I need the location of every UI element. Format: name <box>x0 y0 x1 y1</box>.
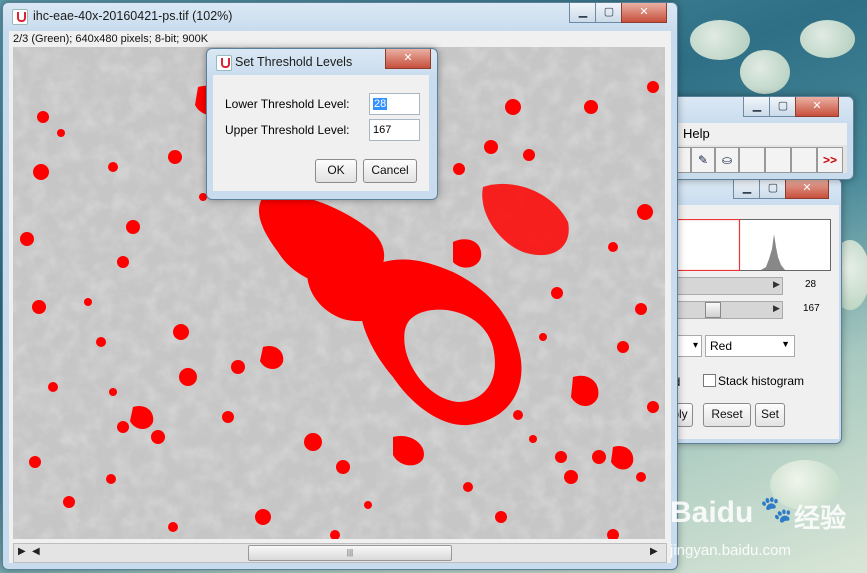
reset-button[interactable]: Reset <box>703 403 751 427</box>
menu-bar: Help <box>667 123 847 145</box>
minimize-icon[interactable]: ▁ <box>733 179 761 199</box>
maximize-icon[interactable]: ▢ <box>595 3 623 23</box>
set-threshold-dialog: Set Threshold Levels ✕ Lower Threshold L… <box>206 48 438 200</box>
lower-threshold-value: 28 <box>805 279 817 290</box>
wallpaper-flower <box>740 50 790 94</box>
threshold-body: ▶ 28 ▶ 167 ▾ Red ▼ nd Stack histogram pl… <box>667 205 839 439</box>
ok-button[interactable]: OK <box>315 159 357 183</box>
upper-threshold-input[interactable]: 167 <box>369 119 420 141</box>
menu-help[interactable]: Help <box>683 126 710 141</box>
color-select[interactable]: Red ▼ <box>705 335 795 357</box>
wallpaper-flower <box>800 20 855 58</box>
watermark-brand-cn: 经验 <box>794 504 847 534</box>
scroll-left-icon[interactable]: ◀ <box>32 546 40 557</box>
chevron-down-icon: ▼ <box>781 339 790 349</box>
scroll-thumb[interactable]: ||| <box>248 545 452 561</box>
window-title: ihc-eae-40x-20160421-ps.tif (102%) <box>33 9 233 23</box>
brush-icon[interactable]: ✎ <box>691 147 715 173</box>
slider-right-arrow-icon[interactable]: ▶ <box>773 279 781 291</box>
scroll-right-icon[interactable]: ▶ <box>650 546 658 557</box>
slider-thumb[interactable] <box>705 302 721 318</box>
lower-threshold-slider[interactable] <box>671 277 783 295</box>
set-button[interactable]: Set <box>755 403 785 427</box>
imagej-toolbar-window: ▁ ▢ ✕ Help ✎ ⛀ >> <box>662 96 854 180</box>
upper-threshold-label: Upper Threshold Level: <box>225 123 350 137</box>
maximize-icon[interactable]: ▢ <box>769 97 797 117</box>
play-icon[interactable]: ▶ <box>18 546 26 557</box>
stack-histogram-label: Stack histogram <box>718 374 805 388</box>
wallpaper-flower <box>690 20 750 60</box>
dialog-title: Set Threshold Levels <box>235 55 353 69</box>
tool-button[interactable] <box>791 147 817 173</box>
close-icon[interactable]: ✕ <box>785 179 829 199</box>
slider-right-arrow-icon[interactable]: ▶ <box>773 303 781 315</box>
flood-fill-icon[interactable]: ⛀ <box>715 147 739 173</box>
histogram <box>671 219 831 271</box>
java-icon <box>12 9 28 25</box>
upper-threshold-slider[interactable] <box>671 301 783 319</box>
dialog-body: Lower Threshold Level: 28 Upper Threshol… <box>213 75 429 191</box>
baidu-watermark: Baidu 🐾 经验 jingyan.baidu.com <box>668 492 866 570</box>
lower-threshold-input[interactable]: 28 <box>369 93 420 115</box>
close-icon[interactable]: ✕ <box>385 49 431 69</box>
close-icon[interactable]: ✕ <box>795 97 839 117</box>
threshold-window: ▁ ▢ ✕ ▶ 28 ▶ 167 ▾ Red ▼ nd Stack histog… <box>662 178 842 444</box>
minimize-icon[interactable]: ▁ <box>569 3 597 23</box>
slice-scrollbar[interactable]: ▶ ◀ ||| ▶ <box>13 543 667 563</box>
upper-threshold-value: 167 <box>803 303 820 314</box>
minimize-icon[interactable]: ▁ <box>743 97 771 117</box>
lower-threshold-input-value: 28 <box>373 98 388 110</box>
watermark-brand: Baidu <box>670 496 754 529</box>
tool-bar: ✎ ⛀ >> <box>667 145 847 173</box>
more-tools-button[interactable]: >> <box>817 147 843 173</box>
close-icon[interactable]: ✕ <box>621 3 667 23</box>
paw-icon: 🐾 <box>760 494 793 524</box>
image-info: 2/3 (Green); 640x480 pixels; 8-bit; 900K <box>13 33 209 45</box>
tool-button[interactable] <box>739 147 765 173</box>
maximize-icon[interactable]: ▢ <box>759 179 787 199</box>
cancel-button[interactable]: Cancel <box>363 159 417 183</box>
lower-threshold-label: Lower Threshold Level: <box>225 97 350 111</box>
watermark-url: jingyan.baidu.com <box>670 542 791 559</box>
tool-button[interactable] <box>765 147 791 173</box>
color-select-value: Red <box>710 339 733 353</box>
java-icon <box>216 55 232 71</box>
stack-histogram-checkbox[interactable] <box>703 374 716 387</box>
